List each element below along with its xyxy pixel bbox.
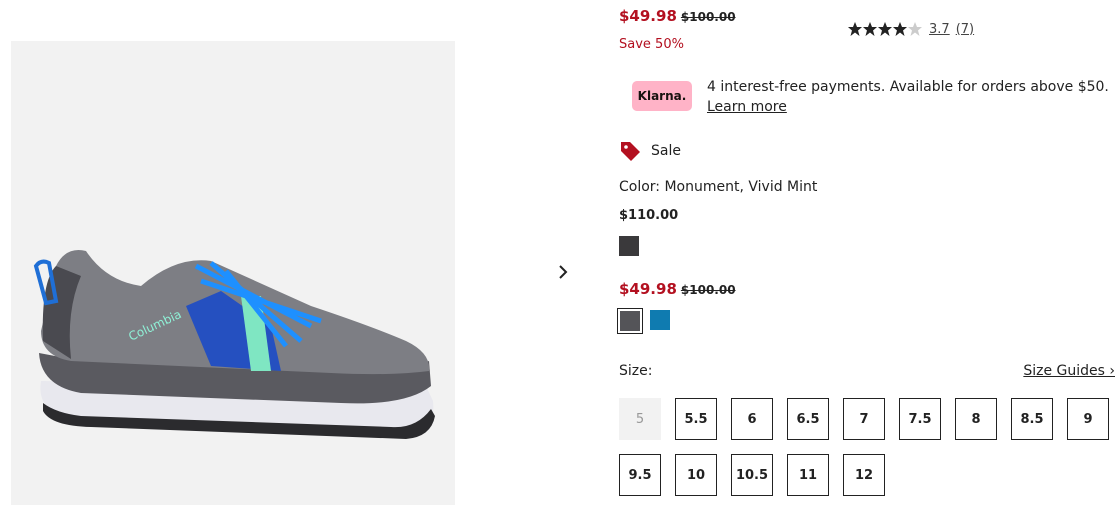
next-image-button[interactable] — [553, 262, 573, 282]
klarna-text-block: 4 interest-free payments. Available for … — [707, 77, 1109, 117]
size-option-9-5[interactable]: 9.5 — [619, 454, 661, 496]
color-group-sale-price: $49.98 — [619, 280, 677, 298]
klarna-message: 4 interest-free payments. Available for … — [707, 79, 1109, 95]
size-option-11[interactable]: 11 — [787, 454, 829, 496]
color-label: Color: Monument, Vivid Mint — [619, 179, 818, 195]
color-swatch-blue[interactable] — [650, 310, 670, 330]
color-group-original-price: $100.00 — [680, 283, 736, 297]
size-option-10-5[interactable]: 10.5 — [731, 454, 773, 496]
size-option-5-5[interactable]: 5.5 — [675, 398, 717, 440]
price-row: $49.98 $100.00 — [619, 7, 736, 25]
klarna-logo: Klarna. — [632, 81, 692, 111]
star-icon — [848, 22, 922, 36]
size-guides-link[interactable]: Size Guides › — [1023, 363, 1115, 379]
sale-price: $49.98 — [619, 7, 677, 25]
size-option-12[interactable]: 12 — [843, 454, 885, 496]
size-option-5[interactable]: 5 — [619, 398, 661, 440]
color-swatch-dark-grey[interactable] — [619, 236, 639, 256]
size-option-8[interactable]: 8 — [955, 398, 997, 440]
size-option-7-5[interactable]: 7.5 — [899, 398, 941, 440]
size-option-7[interactable]: 7 — [843, 398, 885, 440]
product-image-gallery[interactable]: Columbia — [11, 41, 455, 505]
original-price: $100.00 — [680, 10, 736, 24]
product-image-shoe: Columbia — [33, 250, 435, 439]
size-option-8-5[interactable]: 8.5 — [1011, 398, 1053, 440]
save-text: Save 50% — [619, 37, 684, 52]
price-tag-icon — [621, 142, 640, 161]
rating[interactable]: 3.7 (7) — [847, 21, 974, 37]
color-group-sale-price-row: $49.98 $100.00 — [619, 280, 736, 298]
sale-badge: Sale — [619, 140, 681, 162]
chevron-right-icon — [559, 265, 568, 279]
klarna-learn-more-link[interactable]: Learn more — [707, 99, 787, 115]
rating-stars — [847, 21, 923, 37]
size-option-10[interactable]: 10 — [675, 454, 717, 496]
rating-count-link[interactable]: (7) — [956, 22, 974, 37]
size-option-9[interactable]: 9 — [1067, 398, 1109, 440]
product-details-panel: $49.98 $100.00 Save 50% 3.7 (7) Klarna. … — [617, 0, 1120, 505]
color-swatch-monument[interactable] — [617, 308, 643, 334]
size-label: Size: — [619, 363, 653, 379]
size-option-6-5[interactable]: 6.5 — [787, 398, 829, 440]
size-option-6[interactable]: 6 — [731, 398, 773, 440]
color-group-price: $110.00 — [619, 208, 679, 223]
klarna-banner: Klarna. 4 interest-free payments. Availa… — [632, 77, 1120, 117]
rating-value-link[interactable]: 3.7 — [929, 22, 950, 37]
sale-badge-label: Sale — [651, 143, 681, 159]
